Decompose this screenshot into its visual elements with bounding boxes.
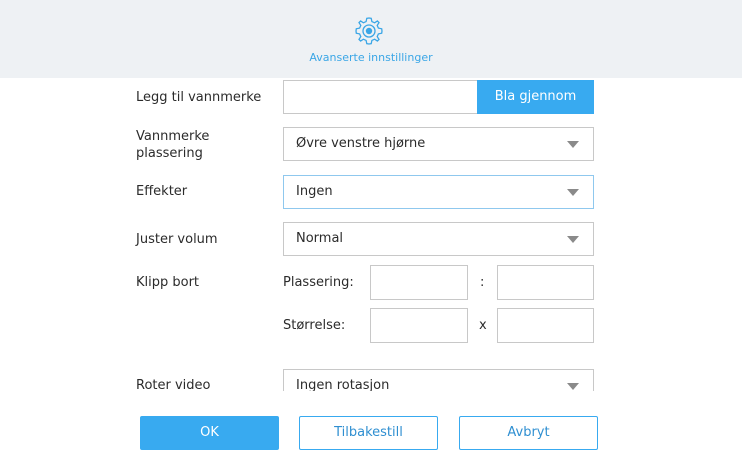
placement-selected: Øvre venstre hjørne <box>296 136 426 151</box>
ok-button[interactable]: OK <box>140 416 279 450</box>
rotate-select[interactable]: Ingen rotasjon <box>283 369 594 391</box>
reset-button[interactable]: Tilbakestill <box>299 416 438 450</box>
volume-selected: Normal <box>296 231 344 246</box>
placement-label-line1: Vannmerke <box>136 129 210 144</box>
gear-icon <box>355 17 383 45</box>
crop-position-x-input[interactable] <box>370 265 468 300</box>
placement-label: Vannmerke plassering <box>136 128 209 162</box>
crop-size-height-input[interactable] <box>497 308 594 343</box>
rotate-selected: Ingen rotasjon <box>296 378 390 391</box>
crop-size-label: Størrelse: <box>283 318 346 333</box>
volume-select[interactable]: Normal <box>283 222 594 256</box>
crop-position-separator: : <box>480 275 485 290</box>
watermark-path-input[interactable] <box>283 80 479 114</box>
crop-position-y-input[interactable] <box>497 265 594 300</box>
chevron-down-icon <box>567 141 579 148</box>
crop-size-separator: x <box>479 318 487 333</box>
chevron-down-icon <box>567 189 579 196</box>
crop-label: Klipp bort <box>136 275 200 290</box>
volume-label: Juster volum <box>136 232 218 247</box>
effects-select[interactable]: Ingen <box>283 175 594 209</box>
settings-header: Avanserte innstillinger <box>0 0 742 78</box>
watermark-label: Legg til vannmerke <box>136 90 262 105</box>
chevron-down-icon <box>567 383 579 390</box>
placement-select[interactable]: Øvre venstre hjørne <box>283 127 594 161</box>
crop-position-label: Plassering: <box>283 275 354 290</box>
effects-selected: Ingen <box>296 184 333 199</box>
crop-size-width-input[interactable] <box>370 308 468 343</box>
browse-button[interactable]: Bla gjennom <box>477 80 594 114</box>
chevron-down-icon <box>567 236 579 243</box>
placement-label-line2: plassering <box>136 146 203 161</box>
effects-label: Effekter <box>136 184 188 199</box>
page-title: Avanserte innstillinger <box>309 51 433 64</box>
cancel-button[interactable]: Avbryt <box>459 416 598 450</box>
